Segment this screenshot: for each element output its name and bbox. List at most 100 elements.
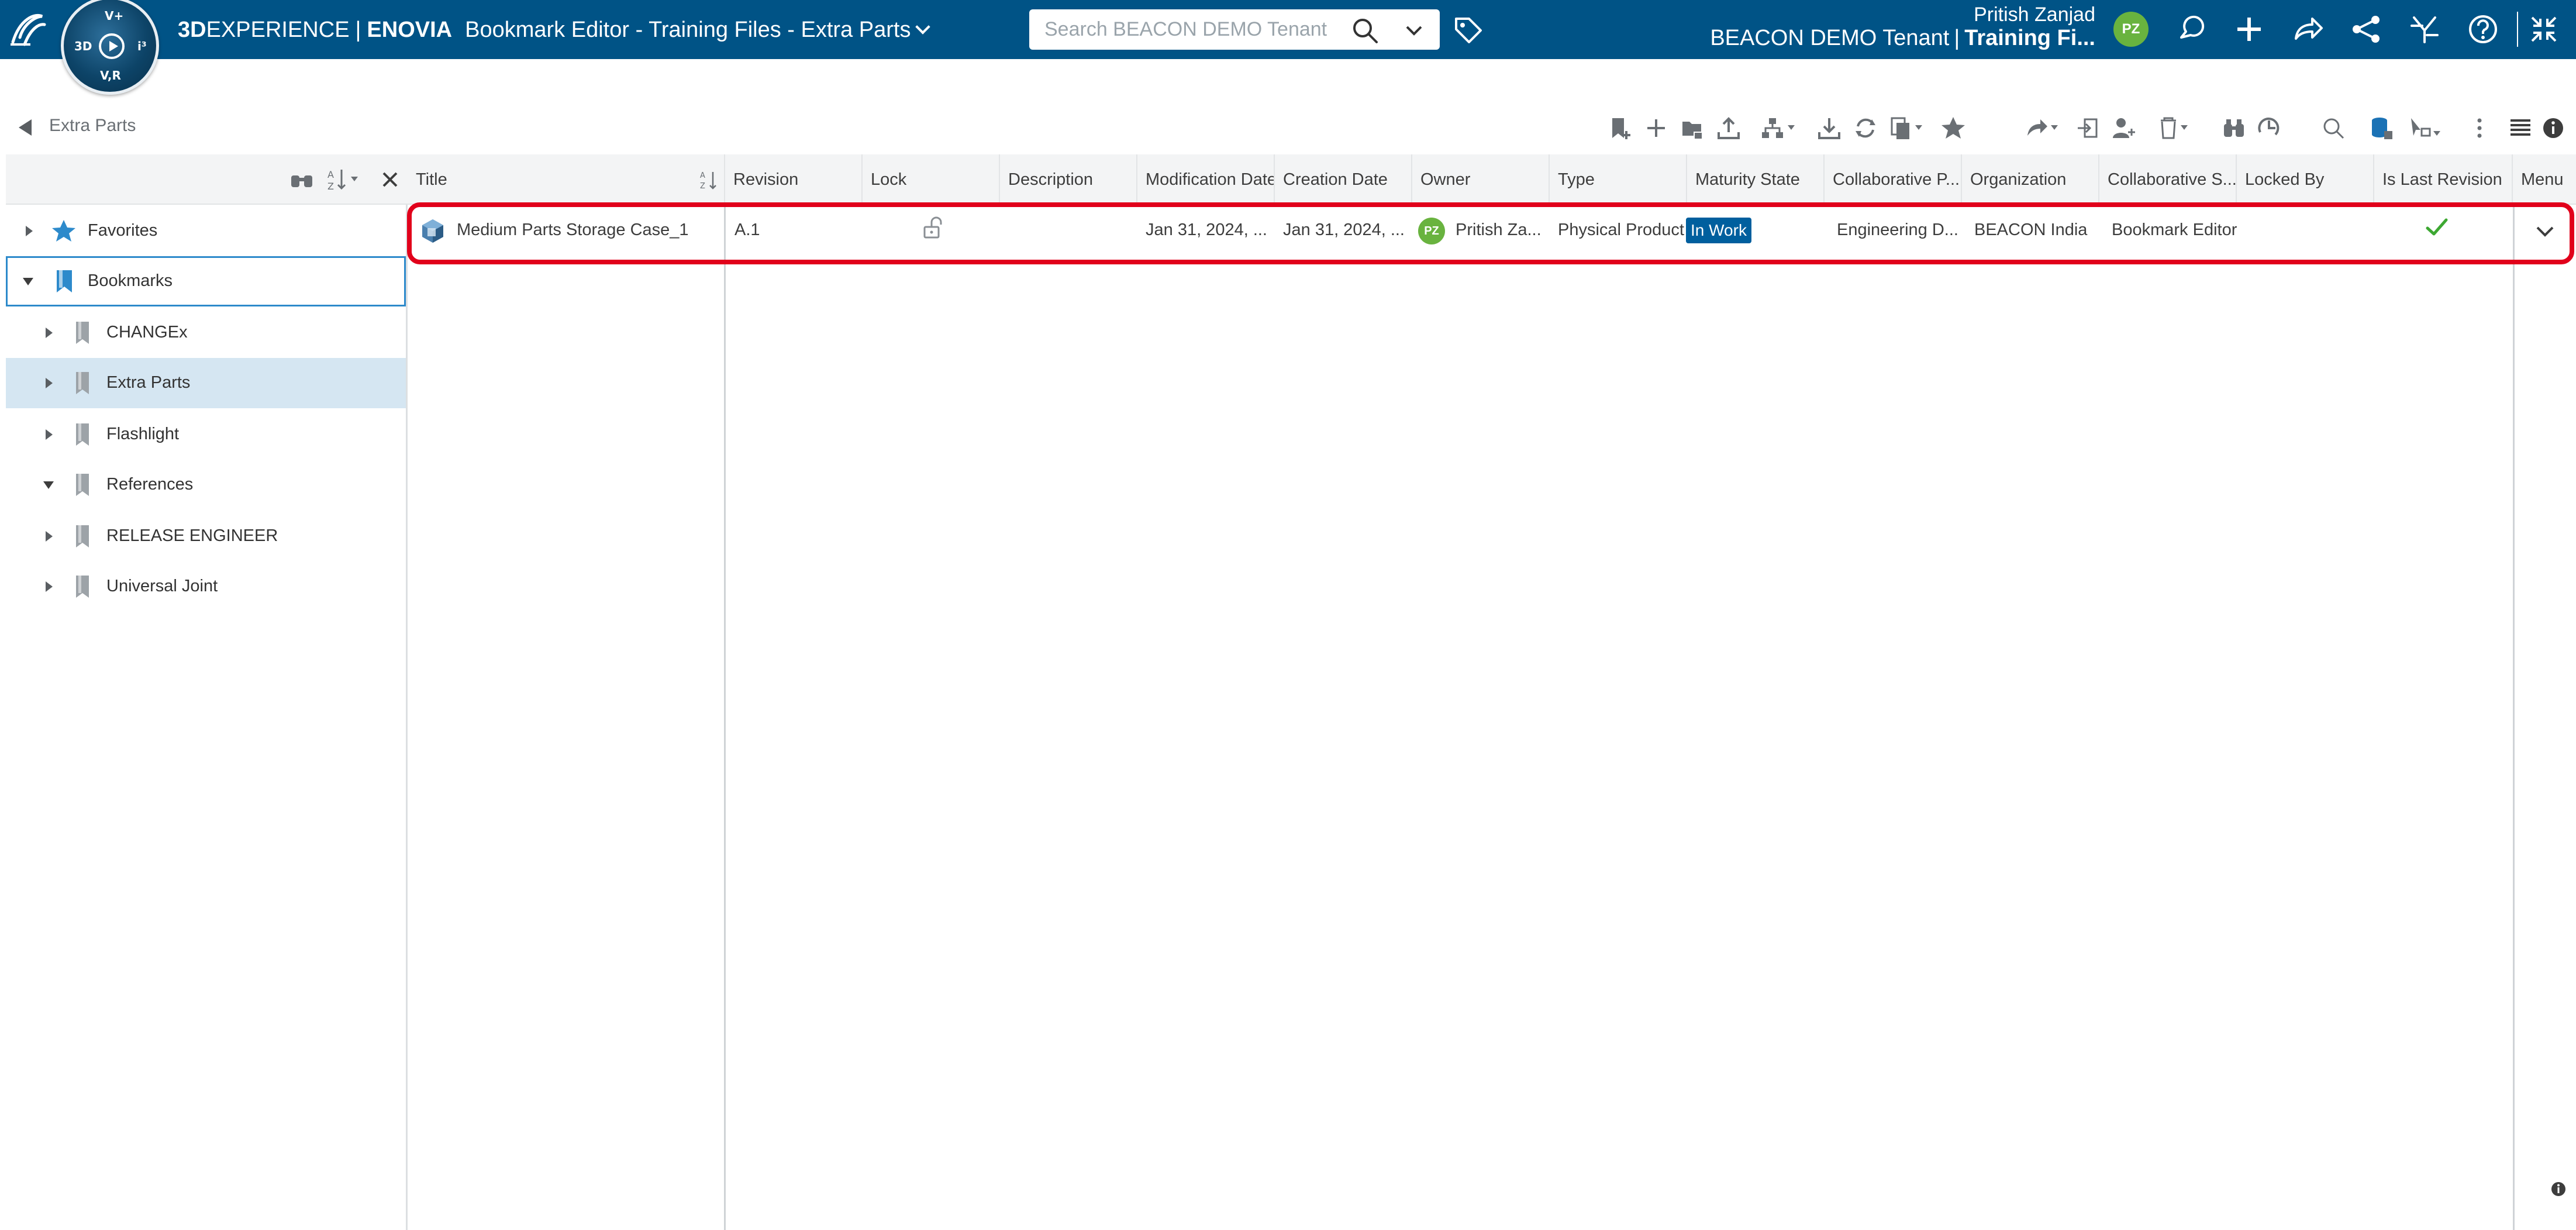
collapse-arrow-icon[interactable] bbox=[20, 274, 36, 289]
cell-revision: A.1 bbox=[734, 220, 760, 239]
expand-arrow-icon[interactable] bbox=[21, 223, 36, 239]
column-header-type[interactable]: Type bbox=[1550, 154, 1687, 205]
column-header-is-last-revision[interactable]: Is Last Revision bbox=[2374, 154, 2513, 205]
brand-3d: 3D bbox=[178, 18, 206, 42]
tree-node-references[interactable]: References bbox=[6, 460, 406, 510]
column-header-modification-date[interactable]: Modification Date bbox=[1137, 154, 1275, 205]
copy-menu-icon[interactable] bbox=[1884, 109, 1931, 147]
table-row[interactable]: Medium Parts Storage Case_1 A.1 Jan 31, … bbox=[408, 205, 2576, 255]
database-icon[interactable] bbox=[2364, 109, 2399, 147]
compass-play-icon[interactable] bbox=[99, 33, 125, 59]
search-icon[interactable] bbox=[2316, 109, 2351, 147]
tree-node-label: Flashlight bbox=[106, 425, 180, 443]
column-divider[interactable] bbox=[2513, 205, 2515, 1230]
apps-compass-icon[interactable] bbox=[2407, 12, 2442, 47]
column-header-description[interactable]: Description bbox=[1000, 154, 1137, 205]
search-input[interactable] bbox=[1043, 9, 1359, 50]
tree-node-label: Extra Parts bbox=[106, 373, 191, 392]
expand-arrow-icon[interactable] bbox=[41, 427, 56, 442]
compass-top-label: V+ bbox=[105, 9, 124, 23]
network-share-icon[interactable] bbox=[2349, 12, 2384, 47]
info-icon[interactable] bbox=[2536, 109, 2571, 147]
tree-node-changex[interactable]: CHANGEx bbox=[6, 308, 406, 358]
column-header-creation-date[interactable]: Creation Date bbox=[1275, 154, 1412, 205]
compass-right-label: i³ bbox=[137, 39, 147, 53]
folder-open-icon[interactable] bbox=[1675, 109, 1710, 147]
tenant-line[interactable]: BEACON DEMO Tenant | Training Fi... bbox=[1710, 26, 2095, 51]
list-view-icon[interactable] bbox=[2503, 109, 2538, 147]
expand-arrow-icon[interactable] bbox=[41, 529, 56, 544]
expand-arrow-icon[interactable] bbox=[41, 325, 56, 340]
assign-user-icon[interactable] bbox=[2106, 109, 2142, 147]
column-header-maturity-state[interactable]: Maturity State bbox=[1687, 154, 1825, 205]
tree-node-label: Universal Joint bbox=[106, 577, 218, 595]
topbar-divider bbox=[2517, 12, 2518, 47]
dassault-logo-icon[interactable] bbox=[7, 8, 49, 50]
bookmark-icon bbox=[68, 522, 97, 551]
favorite-star-icon[interactable] bbox=[1936, 109, 1971, 147]
binoculars-icon[interactable] bbox=[2216, 109, 2251, 147]
collapse-arrow-icon[interactable] bbox=[41, 477, 56, 492]
add-icon[interactable] bbox=[2232, 12, 2267, 47]
tree-header: AZ bbox=[6, 154, 408, 205]
feedback-icon[interactable] bbox=[2173, 12, 2208, 47]
tree-node-release-engineer[interactable]: RELEASE ENGINEER bbox=[6, 511, 406, 561]
user-name[interactable]: Pritish Zanjad bbox=[1974, 4, 2095, 26]
expand-arrow-icon[interactable] bbox=[41, 579, 56, 594]
column-header-lock[interactable]: Lock bbox=[863, 154, 1000, 205]
sync-icon[interactable] bbox=[1848, 109, 1883, 147]
sort-icon[interactable]: AZ bbox=[700, 168, 720, 192]
binoculars-icon[interactable] bbox=[287, 165, 318, 194]
chevron-down-icon[interactable] bbox=[915, 19, 931, 35]
tree-node-extra-parts[interactable]: Extra Parts bbox=[6, 358, 406, 408]
tree-node-bookmarks[interactable]: Bookmarks bbox=[6, 256, 406, 306]
download-icon[interactable] bbox=[1812, 109, 1847, 147]
chevron-down-icon[interactable] bbox=[1401, 18, 1427, 43]
column-divider[interactable] bbox=[724, 205, 726, 1230]
cell-organization: BEACON India bbox=[1974, 220, 2088, 239]
column-header-revision[interactable]: Revision bbox=[725, 154, 863, 205]
share-arrow-icon[interactable] bbox=[2290, 12, 2325, 47]
add-bookmark-icon[interactable] bbox=[1602, 109, 1637, 147]
column-header-owner[interactable]: Owner bbox=[1412, 154, 1550, 205]
content-grid: Title AZ Revision Lock Description Modif… bbox=[408, 154, 2576, 1230]
status-badge[interactable]: In Work bbox=[1686, 218, 1751, 243]
column-header-organization[interactable]: Organization bbox=[1962, 154, 2099, 205]
column-header-collaborative-policy[interactable]: Collaborative P... bbox=[1825, 154, 1962, 205]
tenant-separator: | bbox=[1954, 26, 1960, 50]
plus-icon[interactable] bbox=[1639, 109, 1674, 147]
column-header-locked-by[interactable]: Locked By bbox=[2237, 154, 2374, 205]
tag-icon[interactable] bbox=[1451, 14, 1484, 46]
sort-menu-icon[interactable]: AZ bbox=[325, 165, 367, 194]
app-title[interactable]: 3DEXPERIENCE | ENOVIA Bookmark Editor - Tra… bbox=[178, 15, 931, 44]
compass-widget[interactable]: V+ 3D i³ V,R bbox=[61, 0, 159, 95]
more-options-icon[interactable] bbox=[2462, 109, 2497, 147]
back-arrow-icon[interactable] bbox=[16, 117, 34, 138]
expand-arrow-icon[interactable] bbox=[41, 375, 56, 391]
fullscreen-exit-icon[interactable] bbox=[2526, 12, 2561, 47]
search-icon[interactable] bbox=[1350, 15, 1380, 46]
delete-menu-icon[interactable] bbox=[2152, 109, 2199, 147]
upload-icon[interactable] bbox=[1711, 109, 1746, 147]
search-box[interactable] bbox=[1029, 9, 1440, 50]
insert-icon[interactable] bbox=[2070, 109, 2105, 147]
tree-node-universal-joint[interactable]: Universal Joint bbox=[6, 561, 406, 612]
share-menu-icon[interactable] bbox=[2020, 109, 2067, 147]
close-icon[interactable] bbox=[374, 165, 406, 194]
star-icon bbox=[49, 216, 78, 246]
avatar[interactable]: PZ bbox=[2113, 12, 2149, 47]
column-header-menu[interactable]: Menu bbox=[2513, 154, 2576, 205]
tree-node-flashlight[interactable]: Flashlight bbox=[6, 409, 406, 460]
breadcrumb[interactable]: Extra Parts bbox=[49, 116, 136, 136]
column-header-collaborative-space[interactable]: Collaborative S... bbox=[2099, 154, 2237, 205]
select-menu-icon[interactable] bbox=[2403, 109, 2450, 147]
structure-menu-icon[interactable] bbox=[1756, 109, 1802, 147]
column-header-title[interactable]: Title bbox=[408, 154, 725, 205]
help-icon[interactable] bbox=[2465, 12, 2501, 47]
cell-title[interactable]: Medium Parts Storage Case_1 bbox=[449, 205, 723, 255]
info-icon[interactable] bbox=[2550, 1180, 2567, 1198]
refresh-chart-icon[interactable] bbox=[2251, 109, 2287, 147]
tree-node-favorites[interactable]: Favorites bbox=[6, 206, 406, 256]
unlock-icon[interactable] bbox=[922, 216, 942, 240]
chevron-down-icon[interactable] bbox=[2533, 219, 2557, 243]
